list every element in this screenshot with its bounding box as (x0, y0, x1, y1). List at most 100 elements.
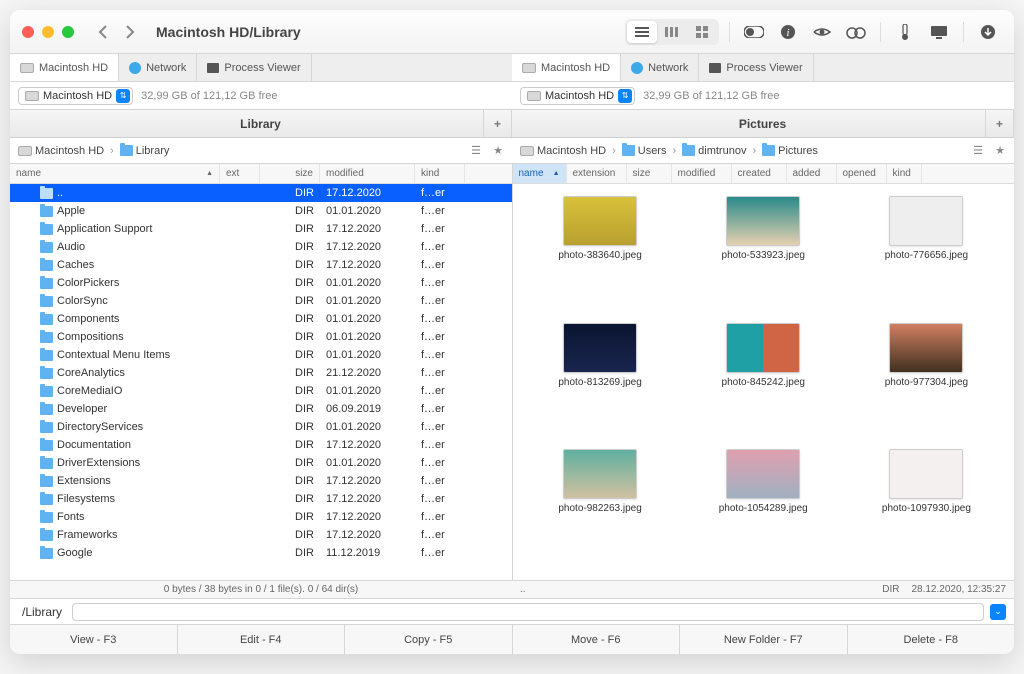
command-input[interactable] (72, 603, 984, 621)
file-row[interactable]: DeveloperDIR06.09.2019f…er (10, 400, 512, 418)
file-row[interactable]: AppleDIR01.01.2020f…er (10, 202, 512, 220)
tab-drive-left[interactable]: Macintosh HD (10, 54, 119, 81)
command-path: /Library (18, 605, 66, 619)
thumbnail-item[interactable]: photo-533923.jpeg (684, 196, 843, 315)
column-header-kind[interactable]: kind (887, 164, 922, 183)
add-tab-button-left[interactable]: + (483, 110, 511, 138)
drive-icon (527, 91, 541, 101)
right-volume-picker[interactable]: Macintosh HD⇅ (520, 87, 635, 105)
command-history-button[interactable]: ⌄ (990, 604, 1006, 620)
tab-network-left[interactable]: Network (119, 54, 197, 81)
add-tab-button-right[interactable]: + (985, 110, 1013, 138)
breadcrumb-item[interactable]: Macintosh HD (520, 145, 606, 157)
view-columns-button[interactable] (657, 21, 687, 43)
view-grid-button[interactable] (687, 21, 717, 43)
desktop-icon[interactable] (925, 20, 953, 44)
column-header-created[interactable]: created (732, 164, 787, 183)
left-pane-title: Library + (10, 110, 512, 137)
column-header-size[interactable]: size (260, 164, 320, 183)
file-row[interactable]: CompositionsDIR01.01.2020f…er (10, 328, 512, 346)
thumbnail-item[interactable]: photo-383640.jpeg (521, 196, 680, 315)
column-header-ext[interactable]: ext (220, 164, 260, 183)
file-row[interactable]: ColorSyncDIR01.01.2020f…er (10, 292, 512, 310)
status-dir: DIR (882, 584, 899, 595)
thumbnail-item[interactable]: photo-1054289.jpeg (684, 449, 843, 568)
breadcrumb-item[interactable]: dimtrunov (682, 145, 746, 157)
favorite-icon[interactable]: ★ (488, 141, 508, 161)
file-row[interactable]: GoogleDIR11.12.2019f…er (10, 544, 512, 562)
column-header-size[interactable]: size (627, 164, 672, 183)
list-toggle-icon[interactable]: ☰ (968, 141, 988, 161)
file-row[interactable]: Application SupportDIR17.12.2020f…er (10, 220, 512, 238)
copy-button[interactable]: Copy - F5 (345, 625, 513, 654)
file-row[interactable]: CoreAnalyticsDIR21.12.2020f…er (10, 364, 512, 382)
column-header-modified[interactable]: modified (672, 164, 732, 183)
binoculars-icon[interactable] (842, 20, 870, 44)
toggle-icon[interactable] (740, 20, 768, 44)
file-row[interactable]: CachesDIR17.12.2020f…er (10, 256, 512, 274)
tab-network-right[interactable]: Network (621, 54, 699, 81)
delete-button[interactable]: Delete - F8 (848, 625, 1015, 654)
file-row[interactable]: DocumentationDIR17.12.2020f…er (10, 436, 512, 454)
chevron-updown-icon: ⇅ (618, 89, 632, 103)
thumbnail-item[interactable]: photo-977304.jpeg (847, 323, 1006, 442)
thumbnail-item[interactable]: photo-776656.jpeg (847, 196, 1006, 315)
file-row[interactable]: ..DIR17.12.2020f…er (10, 184, 512, 202)
file-row[interactable]: ExtensionsDIR17.12.2020f…er (10, 472, 512, 490)
tab-drive-right[interactable]: Macintosh HD (512, 54, 621, 81)
thumbnail-item[interactable]: photo-845242.jpeg (684, 323, 843, 442)
view-list-button[interactable] (627, 21, 657, 43)
breadcrumb-item[interactable]: Library (120, 145, 170, 157)
list-toggle-icon[interactable]: ☰ (466, 141, 486, 161)
file-row[interactable]: FrameworksDIR17.12.2020f…er (10, 526, 512, 544)
folder-icon (40, 512, 53, 523)
breadcrumb-item[interactable]: Users (622, 145, 667, 157)
info-icon[interactable]: i (774, 20, 802, 44)
right-breadcrumb: Macintosh HD›Users›dimtrunov›Pictures ☰ … (512, 138, 1014, 163)
file-row[interactable]: Contextual Menu ItemsDIR01.01.2020f…er (10, 346, 512, 364)
titlebar: Macintosh HD/Library i (10, 10, 1014, 54)
edit-button[interactable]: Edit - F4 (178, 625, 346, 654)
column-header-name[interactable]: name▲ (10, 164, 220, 183)
file-row[interactable]: AudioDIR17.12.2020f…er (10, 238, 512, 256)
favorite-icon[interactable]: ★ (990, 141, 1010, 161)
thermometer-icon[interactable] (891, 20, 919, 44)
left-file-list[interactable]: ..DIR17.12.2020f…erAppleDIR01.01.2020f…e… (10, 184, 512, 580)
file-row[interactable]: FilesystemsDIR17.12.2020f…er (10, 490, 512, 508)
view-button[interactable]: View - F3 (10, 625, 178, 654)
thumbnail-item[interactable]: photo-813269.jpeg (521, 323, 680, 442)
zoom-window-button[interactable] (62, 26, 74, 38)
minimize-window-button[interactable] (42, 26, 54, 38)
new-folder-button[interactable]: New Folder - F7 (680, 625, 848, 654)
tab-process-left[interactable]: Process Viewer (197, 54, 311, 81)
close-window-button[interactable] (22, 26, 34, 38)
file-row[interactable]: CoreMediaIODIR01.01.2020f…er (10, 382, 512, 400)
globe-icon (129, 62, 141, 74)
column-header-name[interactable]: name▲ (513, 164, 567, 183)
download-icon[interactable] (974, 20, 1002, 44)
folder-icon (40, 242, 53, 253)
file-row[interactable]: ColorPickersDIR01.01.2020f…er (10, 274, 512, 292)
column-header-modified[interactable]: modified (320, 164, 415, 183)
column-header-kind[interactable]: kind (415, 164, 465, 183)
back-button[interactable] (90, 20, 114, 44)
breadcrumb-item[interactable]: Pictures (762, 145, 818, 157)
left-volume-picker[interactable]: Macintosh HD⇅ (18, 87, 133, 105)
forward-button[interactable] (118, 20, 142, 44)
breadcrumb-item[interactable]: Macintosh HD (18, 145, 104, 157)
file-row[interactable]: DriverExtensionsDIR01.01.2020f…er (10, 454, 512, 472)
column-header-opened[interactable]: opened (837, 164, 887, 183)
file-row[interactable]: ComponentsDIR01.01.2020f…er (10, 310, 512, 328)
right-pane-title: Pictures + (512, 110, 1014, 137)
move-button[interactable]: Move - F6 (513, 625, 681, 654)
file-row[interactable]: DirectoryServicesDIR01.01.2020f…er (10, 418, 512, 436)
right-thumbnail-grid[interactable]: photo-383640.jpegphoto-533923.jpegphoto-… (513, 184, 1015, 580)
tab-process-right[interactable]: Process Viewer (699, 54, 813, 81)
column-header-added[interactable]: added (787, 164, 837, 183)
column-header-extension[interactable]: extension (567, 164, 627, 183)
thumbnail-item[interactable]: photo-982263.jpeg (521, 449, 680, 568)
breadcrumb-label: Macintosh HD (35, 145, 104, 157)
file-row[interactable]: FontsDIR17.12.2020f…er (10, 508, 512, 526)
thumbnail-item[interactable]: photo-1097930.jpeg (847, 449, 1006, 568)
quicklook-icon[interactable] (808, 20, 836, 44)
